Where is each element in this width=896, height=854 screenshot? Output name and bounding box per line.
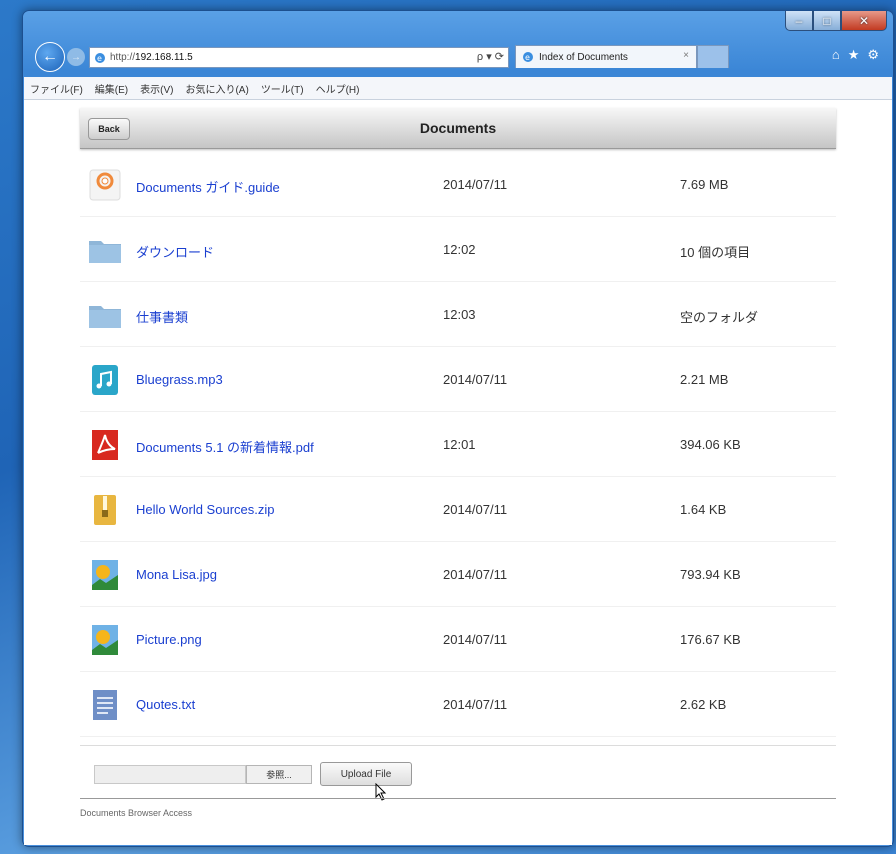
guide-icon [89, 169, 121, 201]
new-tab-button[interactable] [697, 45, 729, 68]
browser-forward-button[interactable]: → [67, 48, 85, 66]
file-name-link[interactable]: Bluegrass.mp3 [136, 372, 223, 387]
file-path-input[interactable] [94, 765, 246, 784]
svg-text:e: e [525, 53, 530, 62]
file-name-link[interactable]: Picture.png [136, 632, 202, 647]
file-date: 12:01 [443, 437, 476, 452]
menu-help[interactable]: ヘルプ(H) [310, 81, 366, 96]
gear-icon[interactable]: ⚙ [867, 47, 879, 63]
file-size: 10 個の項目 [680, 245, 751, 260]
divider [80, 798, 836, 799]
address-bar[interactable]: e http://192.168.11.5 ρ ▾ ⟳ [89, 47, 509, 68]
zip-icon [94, 495, 116, 525]
menu-edit[interactable]: 編集(E) [89, 81, 134, 96]
upload-file-button[interactable]: Upload File [320, 762, 412, 786]
list-item[interactable]: Bluegrass.mp3 2014/07/11 2.21 MB [80, 347, 836, 412]
file-size: 1.64 KB [680, 502, 727, 517]
ie-page-icon: e [95, 52, 105, 63]
file-name-link[interactable]: Quotes.txt [136, 697, 195, 712]
list-item[interactable]: ダウンロード 12:02 10 個の項目 [80, 217, 836, 282]
page-title: Documents [419, 120, 497, 136]
file-date: 2014/07/11 [443, 567, 508, 582]
file-name-link[interactable]: Mona Lisa.jpg [136, 567, 217, 582]
divider [80, 745, 836, 746]
tab-title: Index of Documents [539, 51, 628, 63]
image-icon [92, 625, 118, 655]
url-text: http://192.168.11.5 [110, 52, 193, 63]
favorites-star-icon[interactable]: ★ [848, 47, 860, 63]
file-date: 12:02 [443, 242, 476, 257]
close-tab-icon[interactable]: × [683, 50, 689, 61]
file-date: 2014/07/11 [443, 502, 508, 517]
minimize-button[interactable]: – [785, 11, 813, 31]
list-item[interactable]: 仕事書類 12:03 空のフォルダ [80, 282, 836, 347]
file-name-link[interactable]: Documents ガイド.guide [136, 177, 280, 196]
caption-buttons: – □ ✕ [785, 11, 887, 31]
page-header: Back Documents [80, 108, 836, 149]
tab-index-of-documents[interactable]: e Index of Documents × [515, 45, 697, 68]
ie-page-icon: e [523, 52, 533, 62]
menu-bar: ファイル(F) 編集(E) 表示(V) お気に入り(A) ツール(T) ヘルプ(… [24, 77, 892, 100]
file-size: 793.94 KB [680, 567, 741, 582]
footer-text: Documents Browser Access [80, 808, 193, 818]
list-item[interactable]: Hello World Sources.zip 2014/07/11 1.64 … [80, 477, 836, 542]
file-size: 7.69 MB [680, 177, 729, 192]
folder-icon [89, 306, 121, 328]
maximize-button[interactable]: □ [813, 11, 841, 31]
list-item[interactable]: Quotes.txt 2014/07/11 2.62 KB [80, 672, 836, 737]
text-document-icon [93, 690, 117, 720]
menu-tools[interactable]: ツール(T) [255, 81, 310, 96]
menu-file[interactable]: ファイル(F) [24, 81, 89, 96]
svg-text:e: e [97, 54, 102, 63]
browser-back-button[interactable]: ← [35, 42, 65, 72]
folder-icon [89, 241, 121, 263]
menu-view[interactable]: 表示(V) [134, 81, 179, 96]
file-size: 2.21 MB [680, 372, 729, 387]
image-icon [92, 560, 118, 590]
file-name-link[interactable]: Hello World Sources.zip [136, 502, 274, 517]
file-date: 2014/07/11 [443, 697, 508, 712]
close-window-button[interactable]: ✕ [841, 11, 887, 31]
file-date: 2014/07/11 [443, 372, 508, 387]
file-size: 2.62 KB [680, 697, 727, 712]
file-name-link[interactable]: ダウンロード [136, 242, 214, 261]
file-date: 12:03 [443, 307, 476, 322]
file-date: 2014/07/11 [443, 632, 508, 647]
list-item[interactable]: Mona Lisa.jpg 2014/07/11 793.94 KB [80, 542, 836, 607]
browse-button[interactable]: 参照... [246, 765, 312, 784]
file-name-link[interactable]: Documents 5.1 の新着情報.pdf [136, 437, 314, 456]
home-icon[interactable]: ⌂ [832, 47, 840, 63]
list-item[interactable]: Documents ガイド.guide 2014/07/11 7.69 MB [80, 152, 836, 217]
list-item[interactable]: Picture.png 2014/07/11 176.67 KB [80, 607, 836, 672]
file-list: Documents ガイド.guide 2014/07/11 7.69 MB ダ… [80, 152, 836, 737]
file-date: 2014/07/11 [443, 177, 508, 192]
file-size: 空のフォルダ [680, 310, 759, 325]
upload-form: 参照... Upload File [80, 755, 836, 801]
documents-page: Back Documents Documents ガイド.guide 2014/… [78, 100, 838, 840]
music-icon [92, 365, 118, 395]
list-item[interactable]: Documents 5.1 の新着情報.pdf 12:01 394.06 KB [80, 412, 836, 477]
pdf-icon [92, 430, 118, 460]
page-content: Back Documents Documents ガイド.guide 2014/… [24, 100, 892, 845]
file-name-link[interactable]: 仕事書類 [136, 307, 188, 326]
arrow-right-icon: → [71, 51, 81, 63]
browser-window: – □ ✕ ← → e http://192.168.11.5 ρ ▾ ⟳ e … [22, 10, 894, 847]
arrow-left-icon: ← [42, 48, 58, 65]
menu-favorites[interactable]: お気に入り(A) [179, 81, 254, 96]
toolbar-icons: ⌂ ★ ⚙ [832, 47, 879, 63]
search-refresh-icon[interactable]: ρ ▾ ⟳ [477, 50, 504, 63]
file-size: 394.06 KB [680, 437, 741, 452]
navigation-row: ← → e http://192.168.11.5 ρ ▾ ⟳ e Index … [31, 42, 885, 72]
file-size: 176.67 KB [680, 632, 741, 647]
